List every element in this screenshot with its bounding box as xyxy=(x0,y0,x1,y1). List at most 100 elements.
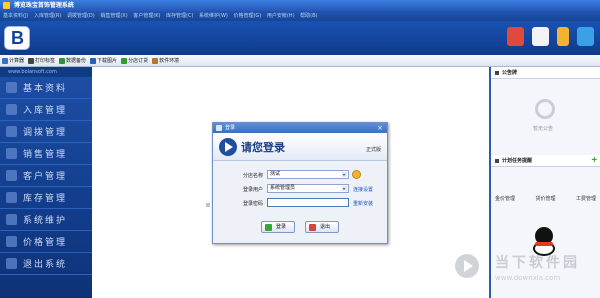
dialog-titlebar: 登录 × xyxy=(213,123,387,133)
site-url: www.bolansoft.com xyxy=(0,67,92,77)
play-icon xyxy=(455,254,479,278)
branch-picker-icon[interactable] xyxy=(352,170,361,179)
plus-icon xyxy=(121,57,128,64)
password-row: 登录密码 重新安装 xyxy=(213,198,389,208)
splitter-handle[interactable] xyxy=(206,203,210,207)
arrow-right-icon xyxy=(219,138,237,156)
window-title: 博览珠宝首饰管理系统 xyxy=(13,2,74,9)
menu-item[interactable]: 系统维护(W) xyxy=(199,13,228,19)
close-icon[interactable]: × xyxy=(376,124,384,132)
branch-order-button[interactable]: 分店订货 xyxy=(121,57,148,64)
password-field[interactable] xyxy=(267,198,349,207)
qq-scarf xyxy=(535,242,553,246)
basic-data-icon xyxy=(6,82,17,93)
menu-item[interactable]: 库存管理(C) xyxy=(166,13,193,19)
sidebar-item-basic-data[interactable]: 基本资料 xyxy=(0,77,92,99)
sidebar-item-label: 调拨管理 xyxy=(23,128,68,138)
watermark-url: www.downxia.com xyxy=(495,274,561,282)
customers-icon xyxy=(6,170,17,181)
bulletin-title: 公告牌 xyxy=(502,70,518,76)
tab-goods-price[interactable]: 货价管理 xyxy=(535,195,555,202)
sidebar-item-label: 退出系统 xyxy=(23,260,68,270)
sidebar-item-customers[interactable]: 客户管理 xyxy=(0,165,92,187)
software-env-button[interactable]: 软件环境 xyxy=(152,57,179,64)
tasks-header: 计划任务提醒 xyxy=(491,155,600,167)
pen-icon xyxy=(152,57,159,64)
banner-toolbar xyxy=(507,27,594,46)
connection-settings-link[interactable]: 连接设置 xyxy=(353,186,373,193)
calculator-icon xyxy=(2,57,8,64)
sidebar-item-label: 销售管理 xyxy=(23,150,68,160)
app-logo xyxy=(4,26,30,50)
tab-labor-cost[interactable]: 工费管理 xyxy=(576,195,596,202)
user-select[interactable]: 系统管理员 xyxy=(267,184,349,193)
mail-icon[interactable] xyxy=(532,27,549,46)
barcode-icon xyxy=(28,57,35,64)
sidebar-item-maintenance[interactable]: 系统维护 xyxy=(0,209,92,231)
branch-order-label: 分店订货 xyxy=(128,58,149,64)
watermark: 当下软件园 www.downxia.com xyxy=(455,248,600,296)
login-button-label: 登录 xyxy=(276,224,287,230)
print-label-label: 打印标签 xyxy=(35,58,56,64)
exit-button[interactable]: 退出 xyxy=(305,221,339,233)
sidebar-item-pricing[interactable]: 价格管理 xyxy=(0,231,92,253)
calculator-button[interactable]: 计算器 xyxy=(2,57,24,64)
sidebar-item-stock-in[interactable]: 入库管理 xyxy=(0,99,92,121)
bulletin-header: 公告牌 xyxy=(491,67,600,79)
menu-item[interactable]: 价格管理(G) xyxy=(233,13,261,19)
print-label-button[interactable]: 打印标签 xyxy=(28,57,55,64)
calculator-label: 计算器 xyxy=(9,58,25,64)
sidebar-item-exit[interactable]: 退出系统 xyxy=(0,253,92,275)
window-titlebar: 博览珠宝首饰管理系统 xyxy=(0,0,600,11)
dialog-title: 登录 xyxy=(225,125,236,131)
menu-item[interactable]: 客户管理(K) xyxy=(133,13,160,19)
exit-icon xyxy=(6,258,17,269)
branch-row: 分店名称 测试 xyxy=(213,170,389,180)
menu-item[interactable]: 调拨管理(D) xyxy=(67,13,95,19)
backup-label: 数据备份 xyxy=(66,58,87,64)
menu-item[interactable]: 入库管理(R) xyxy=(34,13,61,19)
tasks-title: 计划任务提醒 xyxy=(502,158,533,164)
user-card-icon[interactable] xyxy=(507,27,524,46)
add-task-icon[interactable]: + xyxy=(591,156,598,164)
password-label: 登录密码 xyxy=(242,201,263,207)
menu-item[interactable]: 基本资料(J) xyxy=(3,13,28,19)
backup-button[interactable]: 数据备份 xyxy=(59,57,86,64)
download-images-button[interactable]: 下载图片 xyxy=(90,57,117,64)
exit-button-label: 退出 xyxy=(320,224,331,230)
app-icon xyxy=(3,2,10,9)
bulletin-icon xyxy=(495,70,499,75)
chevron-down-icon xyxy=(342,172,347,177)
quick-toolbar: 计算器 打印标签 数据备份 下载图片 分店订货 软件环境 xyxy=(0,55,600,67)
login-button[interactable]: 登录 xyxy=(261,221,295,233)
switch-arrow-icon[interactable] xyxy=(577,27,594,46)
check-icon xyxy=(265,224,272,231)
sidebar-item-label: 入库管理 xyxy=(23,106,68,116)
download-images-label: 下载图片 xyxy=(97,58,118,64)
header-banner xyxy=(0,21,600,55)
software-env-label: 软件环境 xyxy=(159,58,180,64)
user-row: 登录用户 系统管理员 连接设置 xyxy=(213,184,389,194)
price-tabs: 金价管理 货价管理 工费管理 xyxy=(491,195,600,202)
tasks-icon xyxy=(495,158,499,163)
menu-item[interactable]: 用户安帐(H) xyxy=(267,13,295,19)
branch-select[interactable]: 测试 xyxy=(267,170,349,179)
menu-item[interactable]: 帮助(B) xyxy=(300,13,317,19)
tab-gold-price[interactable]: 金价管理 xyxy=(495,195,515,202)
pricing-icon xyxy=(6,236,17,247)
key-icon[interactable] xyxy=(557,27,569,46)
chevron-down-icon xyxy=(342,186,347,191)
dialog-icon xyxy=(216,125,222,131)
download-icon xyxy=(90,57,97,64)
menu-item[interactable]: 销售管理(X) xyxy=(100,13,127,19)
login-form: 分店名称 测试 登录用户 系统管理员 连接设置 登录密码 重新安装 xyxy=(213,161,387,223)
sidebar: www.bolansoft.com 基本资料 入库管理 调拨管理 销售管理 客户… xyxy=(0,67,92,298)
dialog-buttons: 登录 退出 xyxy=(213,221,389,235)
sidebar-item-transfer[interactable]: 调拨管理 xyxy=(0,121,92,143)
edition-label: 正式版 xyxy=(365,147,381,153)
reinstall-link[interactable]: 重新安装 xyxy=(353,200,373,207)
menu-bar: 基本资料(J) 入库管理(R) 调拨管理(D) 销售管理(X) 客户管理(K) … xyxy=(0,11,600,21)
sidebar-item-sales[interactable]: 销售管理 xyxy=(0,143,92,165)
sidebar-item-inventory[interactable]: 库存管理 xyxy=(0,187,92,209)
inventory-icon xyxy=(6,192,17,203)
